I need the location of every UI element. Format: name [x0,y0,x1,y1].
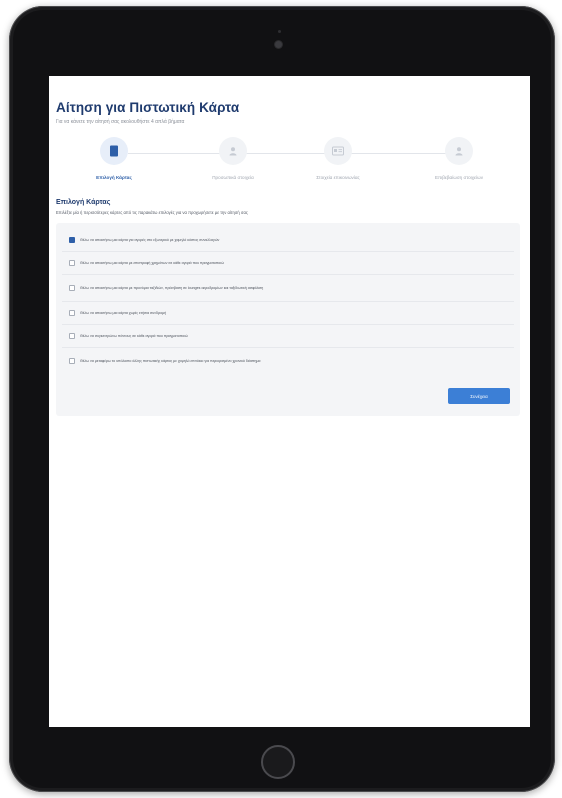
home-button[interactable] [261,745,295,779]
option-label: Θέλω να αποκτήσω μια κάρτα με επιστροφή … [80,261,224,265]
section-title: Επιλογή Κάρτας [56,199,111,206]
option-row[interactable]: Θέλω να αποκτήσω μια κάρτα χωρίς ετήσια … [62,302,514,325]
form-actions: Συνέχεια [62,388,514,404]
step-circle [324,137,352,165]
step-label: Στοιχεία επικοινωνίας [316,175,360,180]
option-row[interactable]: Θέλω να αποκτήσω μια κάρτα για αγορές στ… [62,229,514,252]
step-confirmation[interactable]: Επιβεβαίωση στοιχείων [404,137,514,180]
option-checkbox[interactable] [69,285,75,291]
option-label: Θέλω να αποκτήσω μια κάρτα με προνόμια τ… [80,286,264,290]
sensor-dot [278,30,281,33]
card-options-panel: Θέλω να αποκτήσω μια κάρτα για αγορές στ… [56,223,520,416]
option-row[interactable]: Θέλω να συγκεντρώνω πόντους σε κάθε αγορ… [62,325,514,348]
front-camera [275,41,282,48]
step-circle [219,137,247,165]
step-contact-details[interactable]: Στοιχεία επικοινωνίας [283,137,393,180]
step-circle [100,137,128,165]
option-checkbox[interactable] [69,260,75,266]
step-personal-details[interactable]: Προσωπικά στοιχεία [178,137,288,180]
tablet-screen: Αίτηση για Πιστωτική Κάρτα Για να κάνετε… [49,76,530,727]
page-title: Αίτηση για Πιστωτική Κάρτα [56,100,240,115]
option-row[interactable]: Θέλω να αποκτήσω μια κάρτα με προνόμια τ… [62,275,514,302]
application-form: Αίτηση για Πιστωτική Κάρτα Για να κάνετε… [56,100,522,416]
step-label: Επιλογή Κάρτας [96,175,132,180]
option-label: Θέλω να συγκεντρώνω πόντους σε κάθε αγορ… [80,334,188,338]
step-circle [445,137,473,165]
page-subtitle: Για να κάνετε την αίτησή σας ακολουθήστε… [56,119,185,125]
user-check-icon [455,147,463,156]
card-icon [110,145,118,157]
user-icon [229,147,237,156]
option-checkbox[interactable] [69,310,75,316]
option-row[interactable]: Θέλω να αποκτήσω μια κάρτα με επιστροφή … [62,252,514,275]
progress-stepper: Επιλογή Κάρτας Προσωπικά στοιχεία Στοιχε… [56,133,522,193]
option-label: Θέλω να μεταφέρω το υπόλοιπο άλλης πιστω… [80,359,261,363]
step-label: Προσωπικά στοιχεία [212,175,254,180]
option-row[interactable]: Θέλω να μεταφέρω το υπόλοιπο άλλης πιστω… [62,348,514,374]
continue-button[interactable]: Συνέχεια [448,388,510,404]
step-card-selection[interactable]: Επιλογή Κάρτας [59,137,169,180]
step-label: Επιβεβαίωση στοιχείων [434,175,484,180]
option-checkbox[interactable] [69,358,75,364]
option-label: Θέλω να αποκτήσω μια κάρτα για αγορές στ… [80,238,220,242]
option-checkbox[interactable] [69,237,75,243]
contact-card-icon [332,146,344,156]
option-checkbox[interactable] [69,333,75,339]
option-label: Θέλω να αποκτήσω μια κάρτα χωρίς ετήσια … [80,311,167,315]
section-description: Επιλέξτε μία ή περισσότερες κάρτες από τ… [56,210,248,215]
